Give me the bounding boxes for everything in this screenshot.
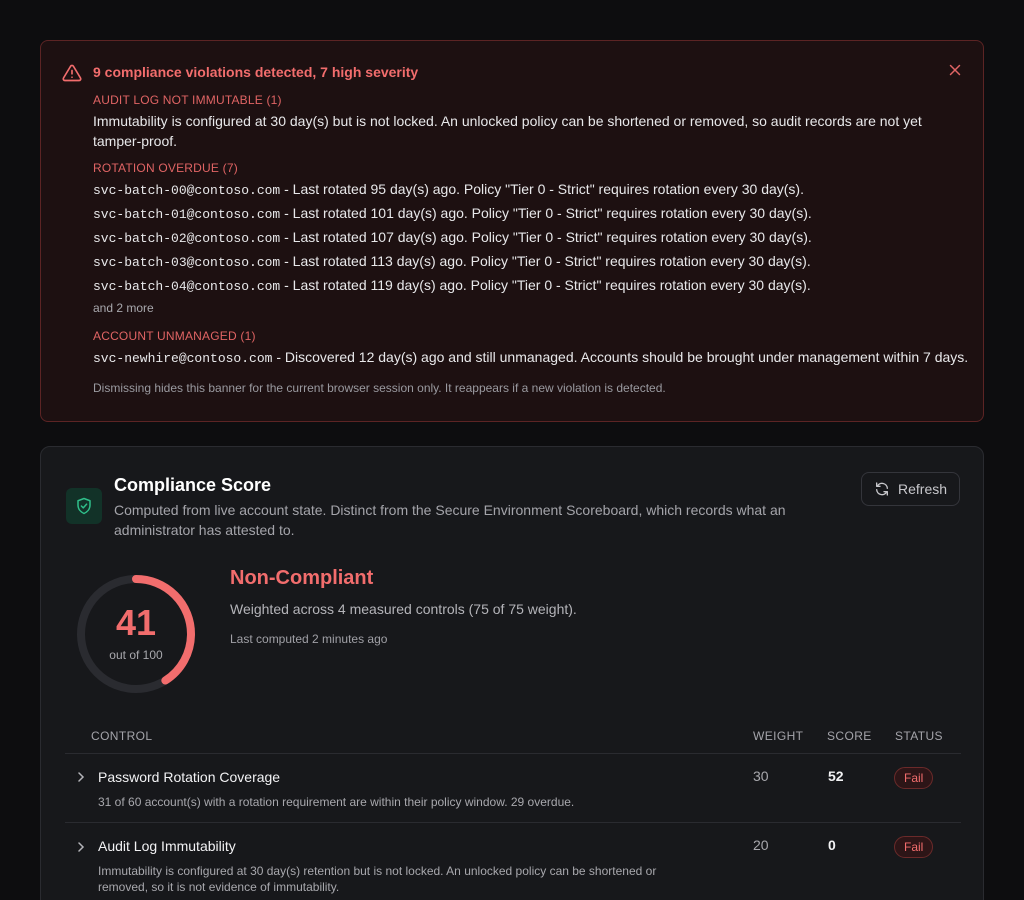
header-weight: WEIGHT <box>753 729 804 743</box>
rotation-more: and 2 more <box>93 301 154 315</box>
banner-note: Dismissing hides this banner for the cur… <box>93 381 666 395</box>
rotation-text: - Last rotated 101 day(s) ago. Policy "T… <box>280 205 812 221</box>
violations-banner: 9 compliance violations detected, 7 high… <box>40 40 984 422</box>
control-score: 0 <box>828 837 836 853</box>
refresh-button[interactable]: Refresh <box>861 472 960 506</box>
banner-title: 9 compliance violations detected, 7 high… <box>93 64 419 80</box>
card-subtitle: Computed from live account state. Distin… <box>114 502 786 538</box>
section-header-rotation: ROTATION OVERDUE (7) <box>93 161 238 175</box>
section-header-unmanaged: ACCOUNT UNMANAGED (1) <box>93 329 256 343</box>
control-name: Audit Log Immutability <box>98 838 236 854</box>
control-score: 52 <box>828 768 844 784</box>
status-title: Non-Compliant <box>230 567 374 589</box>
rotation-text: - Last rotated 113 day(s) ago. Policy "T… <box>280 253 811 269</box>
last-computed: Last computed 2 minutes ago <box>230 632 388 646</box>
rotation-text: - Last rotated 107 day(s) ago. Policy "T… <box>280 229 812 245</box>
chevron-right-icon[interactable] <box>76 769 86 782</box>
header-control: CONTROL <box>91 729 153 743</box>
unmanaged-text: - Discovered 12 day(s) ago and still unm… <box>272 349 969 365</box>
refresh-icon <box>876 482 888 496</box>
refresh-label: Refresh <box>898 481 948 497</box>
status-badge: Fail <box>894 836 934 858</box>
banner-content: AUDIT LOG NOT IMMUTABLE (1) Immutability… <box>93 93 973 395</box>
unmanaged-item: svc-newhire@contoso.com - Discovered 12 … <box>93 345 973 369</box>
rotation-text: - Last rotated 119 day(s) ago. Policy "T… <box>280 277 811 293</box>
account-name: svc-batch-04@contoso.com <box>93 279 281 294</box>
rotation-item: svc-batch-04@contoso.com - Last rotated … <box>93 273 973 297</box>
chevron-right-icon[interactable] <box>76 839 86 852</box>
close-icon[interactable] <box>946 61 964 79</box>
shield-check-icon <box>66 488 102 524</box>
score-value: 41 <box>115 602 157 643</box>
control-weight: 20 <box>753 837 769 853</box>
rotation-item: svc-batch-02@contoso.com - Last rotated … <box>93 225 973 249</box>
status-description: Weighted across 4 measured controls (75 … <box>230 601 577 617</box>
score-out-of: out of 100 <box>109 648 163 662</box>
immutable-text: Immutability is configured at 30 day(s) … <box>93 113 922 149</box>
card-title: Compliance Score <box>114 475 272 495</box>
warning-triangle-icon <box>62 63 82 83</box>
control-weight: 30 <box>753 768 769 784</box>
header-score: SCORE <box>827 729 872 743</box>
account-name: svc-batch-02@contoso.com <box>93 231 281 246</box>
rotation-item: svc-batch-01@contoso.com - Last rotated … <box>93 201 973 225</box>
control-name: Password Rotation Coverage <box>98 769 281 785</box>
header-status: STATUS <box>895 729 943 743</box>
account-name: svc-batch-03@contoso.com <box>93 255 281 270</box>
control-description: Immutability is configured at 30 day(s) … <box>98 864 657 894</box>
control-description: 31 of 60 account(s) with a rotation requ… <box>98 795 575 809</box>
account-name: svc-batch-01@contoso.com <box>93 207 281 222</box>
compliance-score-card: Compliance Score Computed from live acco… <box>40 446 984 900</box>
account-name: svc-batch-00@contoso.com <box>93 183 281 198</box>
rotation-item: svc-batch-00@contoso.com - Last rotated … <box>93 177 973 201</box>
rotation-list: svc-batch-00@contoso.com - Last rotated … <box>93 177 973 297</box>
status-badge: Fail <box>894 767 934 789</box>
rotation-item: svc-batch-03@contoso.com - Last rotated … <box>93 249 973 273</box>
section-header-immutable: AUDIT LOG NOT IMMUTABLE (1) <box>93 93 282 107</box>
rotation-text: - Last rotated 95 day(s) ago. Policy "Ti… <box>280 181 804 197</box>
account-name: svc-newhire@contoso.com <box>93 351 273 366</box>
table-divider <box>65 822 961 823</box>
table-divider <box>65 753 961 754</box>
